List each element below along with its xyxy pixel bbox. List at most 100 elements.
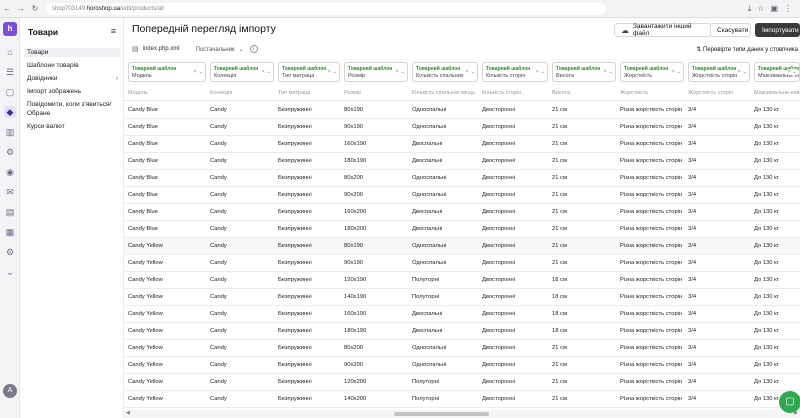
megaphone-icon[interactable]: ✉ [4,186,16,198]
star-icon[interactable]: ☆ [757,4,764,14]
logo-icon[interactable]: h [3,22,17,36]
column-header: Колекція [210,90,233,96]
table-cell: Candy [210,209,227,215]
table-cell: Candy Blue [128,158,158,164]
clear-icon[interactable]: × ⌄ [261,69,271,75]
table-cell: Різна жорсткість сторін [620,294,683,300]
table-cell: 21 см [552,158,567,164]
table-cell: Candy [210,158,227,164]
document-icon[interactable]: ▤ [4,206,16,218]
table-cell: Candy [210,243,227,249]
table-cell: Різна жорсткість сторін [620,107,683,113]
table-cell: Candy Yellow [128,328,163,334]
clear-icon[interactable]: × ⌄ [737,69,747,75]
cancel-button[interactable]: Скасувати [710,23,751,37]
clear-icon[interactable]: × ⌄ [603,69,613,75]
check-types-hint[interactable]: ⇅ Перевірте типи даних у стовпчика [696,46,798,53]
clear-icon[interactable]: × ⌄ [787,69,797,75]
column-mapping-select[interactable]: Товарний шаблон Висота × ⌄ [552,62,616,82]
table-cell: Безпружинні [278,311,312,317]
table-cell: Безпружинні [278,328,312,334]
clear-icon[interactable]: × ⌄ [671,69,681,75]
reload-icon[interactable]: ↻ [28,4,42,13]
column-mapping-select[interactable]: Товарний шаблон Кількість сторін × ⌄ [482,62,548,82]
supplier-dropdown[interactable]: Постачальник ⌄ [196,46,244,53]
chat-button[interactable]: ▢ [779,391,800,413]
table-cell: До 130 кг [754,379,779,385]
table-cell: 3/4 [688,277,697,283]
sidebar-item[interactable]: Шаблони товарів [24,61,120,70]
clear-icon[interactable]: × ⌄ [327,69,337,75]
table-cell: 3/4 [688,158,697,164]
extensions-icon[interactable]: ▣ [770,4,778,14]
clear-icon[interactable]: × ⌄ [535,69,545,75]
home-icon[interactable]: ⌂ [4,46,16,58]
tag-icon[interactable]: ◆ [4,106,16,118]
sidebar-item[interactable]: Товари [24,48,120,57]
import-button[interactable]: Імпортувати [755,23,800,37]
settings-icon[interactable]: ⚙ [4,246,16,258]
table-cell: Полуторні [412,379,440,385]
info-icon[interactable]: i [249,45,258,53]
table-cell: До 130 кг [754,209,779,215]
table-cell: Різна жорсткість сторін [620,141,683,147]
chevron-down-icon: ⌄ [238,46,244,53]
load-file-label: Завантажити інший файл [633,23,692,37]
table-cell: 3/4 [688,192,697,198]
column-mapping-select[interactable]: Товарний шаблон Жорсткість × ⌄ [620,62,684,82]
table-cell: Різна жорсткість сторін [620,277,683,283]
download-icon[interactable]: ⤓ [748,4,752,14]
column-mapping-select[interactable]: Товарний шаблон Кількість спальних × ⌄ [412,62,478,82]
sidebar-title: Товари [28,27,59,37]
table-cell: 21 см [552,362,567,368]
table-cell: Candy Yellow [128,243,163,249]
calendar-icon[interactable]: ▦ [4,226,16,238]
table-cell: Candy Blue [128,141,158,147]
table-cell: Candy Yellow [128,260,163,266]
gear-icon[interactable]: ⚙ [4,146,16,158]
table-cell: Candy [210,260,227,266]
clear-icon[interactable]: × ⌄ [465,69,475,75]
horizontal-scrollbar[interactable]: ◀ ▶ [124,410,800,418]
back-icon[interactable]: ← [0,4,14,13]
column-mapping-select[interactable]: Товарний шаблон Жорсткість сторін × ⌄ [688,62,750,82]
column-mapping-select[interactable]: Товарний шаблон Колекція × ⌄ [210,62,274,82]
table-cell: До 130 кг [754,260,779,266]
box-icon[interactable]: ▢ [4,86,16,98]
sidebar-item[interactable]: Довідники › [24,74,120,83]
column-mapping-select[interactable]: Товарний шаблон Розмір × ⌄ [344,62,408,82]
table-cell: 3/4 [688,345,697,351]
chart-icon[interactable]: ▥ [4,126,16,138]
table-cell: 160х190 [344,141,367,147]
sidebar-item[interactable]: Повідомити, коли з'явиться/ Обране [24,100,120,118]
table-cell: До 130 кг [754,345,779,351]
sidebar-item[interactable]: Курси валют [24,122,120,131]
chevron-down-icon[interactable]: ⌄ [4,266,16,278]
address-bar[interactable]: shop703149. horoshop.ua/edit/products/all [46,2,606,15]
user-icon[interactable]: ◉ [4,166,16,178]
clear-icon[interactable]: × ⌄ [395,69,405,75]
menu-toggle-icon[interactable]: ≡ [111,26,116,36]
table-cell: 120х190 [344,277,367,283]
supplier-label: Постачальник [195,46,235,53]
sidebar-item[interactable]: Імпорт зображень [24,87,120,96]
template-label: Товарний шаблон [556,66,601,72]
table-cell: 3/4 [688,379,697,385]
column-mapping-select[interactable]: Товарний шаблон Модель × ⌄ [128,62,206,82]
forward-icon[interactable]: → [14,4,28,13]
menu-icon[interactable]: ⋮ [784,4,792,14]
table-cell: Різна жорсткість сторін [620,362,683,368]
scroll-left-icon[interactable]: ◀ [126,410,130,416]
list-icon[interactable]: ☰ [4,66,16,78]
load-file-button[interactable]: ☁ Завантажити інший файл [614,23,711,37]
template-label: Товарний шаблон [416,66,461,72]
mapped-field: Кількість спальних [416,73,464,79]
column-header: Модель [128,90,148,96]
avatar[interactable]: A [3,384,17,398]
column-mapping-select[interactable]: Товарний шаблон Тип матраца × ⌄ [278,62,340,82]
clear-icon[interactable]: × ⌄ [193,69,203,75]
table-cell: 18 см [552,277,567,283]
column-mapping-select[interactable]: Товарний шаблон Максимальне нав × ⌄ [754,62,800,82]
table-cell: Односпальні [412,192,447,198]
scroll-thumb[interactable] [394,412,489,416]
